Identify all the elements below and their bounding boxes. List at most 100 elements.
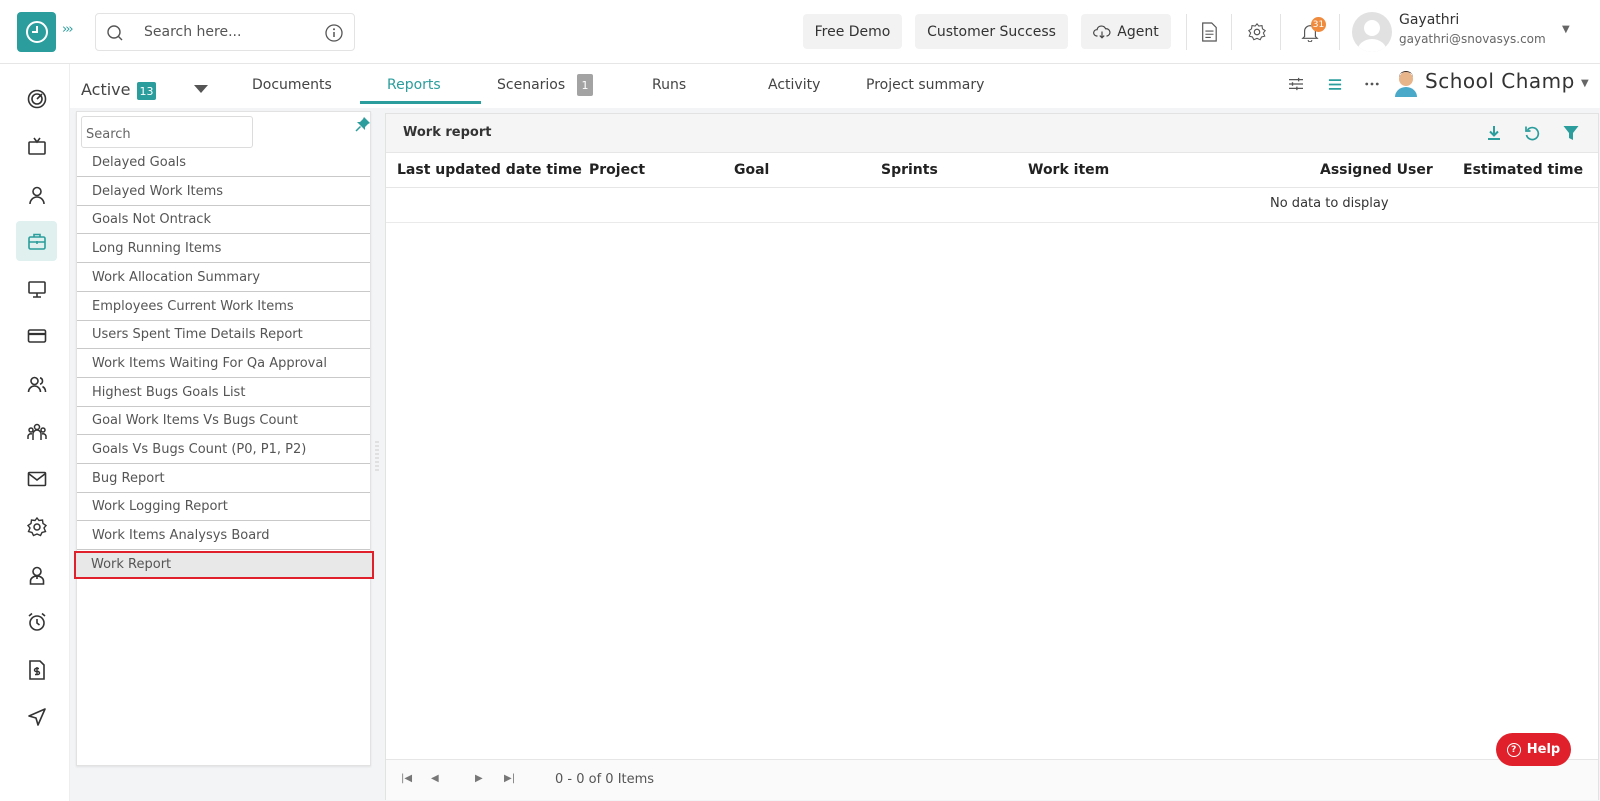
active-filter-label[interactable]: Active bbox=[81, 80, 131, 99]
free-demo-button[interactable]: Free Demo bbox=[803, 14, 902, 49]
divider bbox=[1231, 14, 1232, 50]
app-logo[interactable] bbox=[17, 12, 56, 52]
active-dropdown-icon[interactable] bbox=[194, 85, 208, 93]
left-nav-rail bbox=[0, 64, 70, 801]
last-page-icon[interactable]: ▶| bbox=[504, 773, 515, 784]
divider bbox=[1186, 14, 1187, 50]
report-list-item[interactable]: Work Items Waiting For Qa Approval bbox=[77, 350, 370, 378]
settings-icon[interactable] bbox=[1245, 20, 1269, 44]
report-list-item[interactable]: Users Spent Time Details Report bbox=[77, 321, 370, 350]
nav-send-icon[interactable] bbox=[16, 697, 57, 737]
filter-sliders-icon[interactable] bbox=[1285, 73, 1307, 95]
reset-icon[interactable] bbox=[1523, 124, 1541, 142]
resize-handle-icon[interactable] bbox=[374, 440, 380, 474]
search-icon bbox=[107, 25, 123, 41]
report-list-item[interactable]: Work Items Analysys Board bbox=[77, 522, 370, 551]
tab-activity[interactable]: Activity bbox=[768, 77, 820, 93]
agent-label: Agent bbox=[1117, 23, 1159, 40]
active-count-badge: 13 bbox=[137, 82, 156, 100]
help-question-icon: ? bbox=[1506, 742, 1521, 757]
expand-sidebar-icon[interactable]: ››› bbox=[62, 22, 74, 37]
nav-people-icon[interactable] bbox=[16, 364, 57, 404]
report-list-item[interactable]: Long Running Items bbox=[77, 235, 370, 264]
pagination-bar: |◀ ◀ ▶ ▶| 0 - 0 of 0 Items bbox=[386, 759, 1598, 800]
empty-state-text: No data to display bbox=[1270, 196, 1389, 211]
next-page-icon[interactable]: ▶ bbox=[475, 773, 483, 784]
column-header[interactable]: Project bbox=[589, 162, 645, 178]
work-report-header: Work report bbox=[386, 114, 1598, 153]
nav-briefcase-icon[interactable] bbox=[16, 221, 57, 261]
divider bbox=[1339, 14, 1340, 50]
pagination-info: 0 - 0 of 0 Items bbox=[555, 772, 655, 787]
nav-tv-icon[interactable] bbox=[16, 127, 57, 167]
project-name[interactable]: School Champ bbox=[1425, 69, 1575, 93]
customer-success-button[interactable]: Customer Success bbox=[915, 14, 1068, 49]
nav-invoice-icon[interactable] bbox=[16, 650, 57, 690]
nav-monitor-icon[interactable] bbox=[16, 269, 57, 309]
user-email: gayathri@snovasys.com bbox=[1399, 32, 1546, 46]
column-header[interactable]: Work item bbox=[1028, 162, 1109, 178]
first-page-icon[interactable]: |◀ bbox=[401, 773, 412, 784]
more-options-icon[interactable] bbox=[1361, 73, 1383, 95]
tab-scenarios[interactable]: Scenarios bbox=[497, 77, 565, 93]
report-list-item[interactable]: Delayed Work Items bbox=[77, 178, 370, 206]
tab-reports[interactable]: Reports bbox=[387, 77, 441, 93]
report-list-item[interactable]: Work Allocation Summary bbox=[77, 264, 370, 292]
user-avatar[interactable] bbox=[1352, 12, 1392, 52]
report-list-item[interactable]: Bug Report bbox=[77, 465, 370, 493]
column-header[interactable]: Last updated date time bbox=[397, 162, 582, 178]
help-label: Help bbox=[1526, 742, 1561, 757]
nav-employee-icon[interactable] bbox=[16, 555, 57, 595]
nav-user-icon[interactable] bbox=[16, 175, 57, 215]
report-list-item[interactable]: Work Logging Report bbox=[77, 493, 370, 522]
work-report-title: Work report bbox=[403, 125, 492, 140]
column-header[interactable]: Assigned User bbox=[1320, 162, 1433, 178]
project-avatar-icon bbox=[1395, 71, 1417, 97]
pin-icon[interactable] bbox=[355, 116, 371, 132]
report-list-item[interactable]: Employees Current Work Items bbox=[77, 293, 370, 321]
work-report-panel: Work report Last updated date time Proje… bbox=[385, 113, 1599, 800]
clock-logo-icon bbox=[25, 21, 48, 43]
report-list-item[interactable]: Delayed Goals bbox=[77, 149, 370, 177]
nav-card-icon[interactable] bbox=[16, 316, 57, 356]
tab-runs[interactable]: Runs bbox=[652, 77, 686, 93]
list-view-icon[interactable] bbox=[1324, 73, 1346, 95]
column-header[interactable]: Estimated time bbox=[1463, 162, 1583, 178]
tab-documents[interactable]: Documents bbox=[252, 77, 332, 93]
download-icon[interactable] bbox=[1485, 124, 1503, 142]
scenarios-count-badge: 1 bbox=[577, 74, 593, 96]
nav-settings-icon[interactable] bbox=[16, 507, 57, 547]
report-list-item[interactable]: Work Report bbox=[74, 550, 374, 579]
agent-button[interactable]: Agent bbox=[1081, 14, 1171, 49]
nav-team-icon[interactable] bbox=[16, 412, 57, 452]
info-icon[interactable] bbox=[324, 23, 344, 43]
tab-reports-indicator bbox=[360, 101, 481, 104]
divider bbox=[1280, 14, 1281, 50]
user-name: Gayathri bbox=[1399, 12, 1460, 28]
global-search[interactable]: Search here... bbox=[95, 13, 355, 51]
report-list-item[interactable]: Goals Vs Bugs Count (P0, P1, P2) bbox=[77, 436, 370, 464]
column-header[interactable]: Sprints bbox=[881, 162, 938, 178]
filter-icon[interactable] bbox=[1562, 124, 1580, 142]
global-search-input[interactable]: Search here... bbox=[144, 24, 241, 40]
previous-page-icon[interactable]: ◀ bbox=[431, 773, 439, 784]
help-button[interactable]: ? Help bbox=[1496, 733, 1571, 766]
document-icon[interactable] bbox=[1197, 20, 1221, 44]
project-dropdown-icon[interactable]: ▼ bbox=[1581, 78, 1589, 89]
nav-dashboard-icon[interactable] bbox=[16, 79, 57, 119]
tab-project-summary[interactable]: Project summary bbox=[866, 77, 984, 93]
reports-search-input[interactable]: Search bbox=[81, 116, 253, 148]
top-bar: ››› Search here... Free Demo Customer Su… bbox=[0, 0, 1600, 64]
notification-badge: 31 bbox=[1311, 17, 1326, 32]
report-list-item[interactable]: Highest Bugs Goals List bbox=[77, 379, 370, 407]
divider bbox=[386, 222, 1598, 223]
user-menu-caret-icon[interactable]: ▼ bbox=[1562, 24, 1570, 35]
user-silhouette-icon bbox=[1357, 20, 1387, 52]
nav-alarm-icon[interactable] bbox=[16, 602, 57, 642]
column-header[interactable]: Goal bbox=[734, 162, 769, 178]
nav-mail-icon[interactable] bbox=[16, 459, 57, 499]
reports-list-panel: Search Delayed Goals Delayed Work Items Go… bbox=[74, 111, 374, 766]
cloud-download-icon bbox=[1093, 25, 1111, 39]
report-list-item[interactable]: Goals Not Ontrack bbox=[77, 206, 370, 235]
report-list-item[interactable]: Goal Work Items Vs Bugs Count bbox=[77, 407, 370, 436]
